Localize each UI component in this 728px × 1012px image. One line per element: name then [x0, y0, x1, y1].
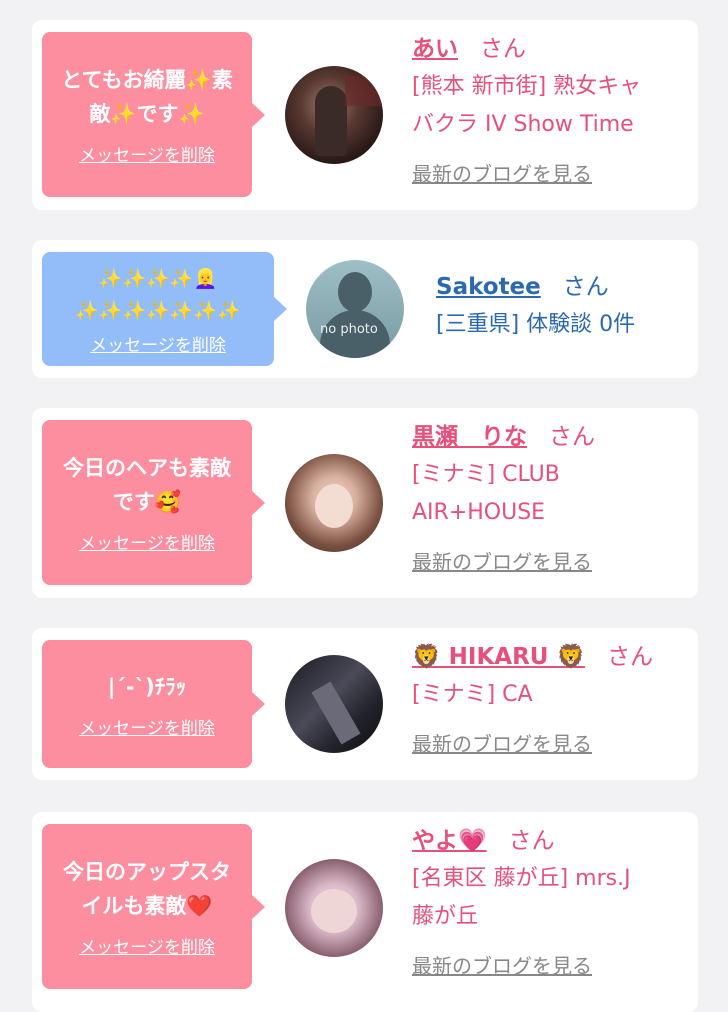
message-text: ✨✨✨✨👱‍♀️ ✨✨✨✨✨✨✨	[75, 267, 241, 322]
avatar-background-detail	[345, 76, 383, 106]
user-info: 🦁 HIKARU 🦁 さん [ミナミ] CA 最新のブログを見る	[412, 638, 688, 757]
message-bubble: ✨✨✨✨👱‍♀️ ✨✨✨✨✨✨✨ メッセージを削除	[42, 252, 287, 366]
delete-message-link[interactable]: メッセージを削除	[79, 141, 215, 166]
user-name-link[interactable]: あい	[412, 36, 458, 62]
avatar[interactable]	[285, 655, 383, 753]
latest-blog-link[interactable]: 最新のブログを見る	[412, 546, 688, 575]
no-photo-label: no photo	[320, 322, 378, 337]
avatar[interactable]	[285, 454, 383, 552]
shop-info: [三重県] 体験談 0件	[436, 312, 636, 337]
user-info: やよ💗 さん [名東区 藤が丘] mrs.J 藤が丘 最新のブログを見る	[412, 822, 688, 979]
shop-info: [ミナミ] CLUB AIR+HOUSE	[412, 462, 560, 525]
avatar[interactable]	[285, 859, 383, 957]
message-text: 今日のヘアも素敵 です🥰	[63, 456, 231, 514]
user-info: あい さん [熊本 新市街] 熟女キャ バクラ IV Show Time 最新のブ…	[412, 30, 688, 187]
shop-info: [名東区 藤が丘] mrs.J 藤が丘	[412, 866, 631, 929]
message-text: |´-`)ﾁﾗｯ	[107, 674, 187, 699]
avatar[interactable]: no photo	[306, 260, 404, 358]
delete-message-link[interactable]: メッセージを削除	[79, 529, 215, 554]
avatar-face	[311, 889, 357, 933]
user-info: Sakotee さん [三重県] 体験談 0件	[436, 268, 688, 344]
honorific: さん	[508, 828, 555, 854]
user-name-link[interactable]: Sakotee	[436, 274, 541, 300]
silhouette-head	[338, 272, 372, 312]
avatar-face	[315, 484, 353, 528]
delete-message-link[interactable]: メッセージを削除	[79, 714, 215, 739]
honorific: さん	[549, 424, 595, 450]
shop-info: [ミナミ] CA	[412, 682, 533, 707]
message-bubble: とてもお綺麗✨素 敵✨です✨ メッセージを削除	[42, 32, 265, 197]
user-name-link[interactable]: 黒瀬 りな	[412, 424, 527, 450]
latest-blog-link[interactable]: 最新のブログを見る	[412, 158, 688, 187]
message-card: ✨✨✨✨👱‍♀️ ✨✨✨✨✨✨✨ メッセージを削除 no photo Sakot…	[32, 240, 698, 378]
latest-blog-link[interactable]: 最新のブログを見る	[412, 728, 688, 757]
message-text: とてもお綺麗✨素 敵✨です✨	[61, 68, 233, 126]
user-name-link[interactable]: やよ💗	[412, 828, 487, 854]
user-info: 黒瀬 りな さん [ミナミ] CLUB AIR+HOUSE 最新のブログを見る	[412, 418, 688, 575]
honorific: さん	[562, 274, 609, 300]
avatar[interactable]	[285, 66, 383, 164]
avatar-tie	[311, 681, 361, 745]
delete-message-link[interactable]: メッセージを削除	[90, 331, 226, 356]
latest-blog-link[interactable]: 最新のブログを見る	[412, 950, 688, 979]
message-card: 今日のヘアも素敵 です🥰 メッセージを削除 黒瀬 りな さん [ミナミ] CLUB…	[32, 408, 698, 598]
message-card: 今日のアップスタ イルも素敵❤️ メッセージを削除 やよ💗 さん [名東区 藤が丘…	[32, 812, 698, 1012]
honorific: さん	[480, 36, 526, 62]
honorific: さん	[607, 644, 654, 670]
message-text: 今日のアップスタ イルも素敵❤️	[63, 860, 231, 918]
user-name-link[interactable]: 🦁 HIKARU 🦁	[412, 644, 585, 670]
message-card: |´-`)ﾁﾗｯ メッセージを削除 🦁 HIKARU 🦁 さん [ミナミ] CA …	[32, 628, 698, 780]
message-bubble: 今日のアップスタ イルも素敵❤️ メッセージを削除	[42, 824, 265, 989]
delete-message-link[interactable]: メッセージを削除	[79, 933, 215, 958]
message-bubble: 今日のヘアも素敵 です🥰 メッセージを削除	[42, 420, 265, 585]
message-card: とてもお綺麗✨素 敵✨です✨ メッセージを削除 あい さん [熊本 新市街] 熟女…	[32, 20, 698, 210]
avatar-figure	[315, 86, 347, 156]
message-bubble: |´-`)ﾁﾗｯ メッセージを削除	[42, 640, 265, 768]
shop-info: [熊本 新市街] 熟女キャ バクラ IV Show Time	[412, 74, 642, 137]
